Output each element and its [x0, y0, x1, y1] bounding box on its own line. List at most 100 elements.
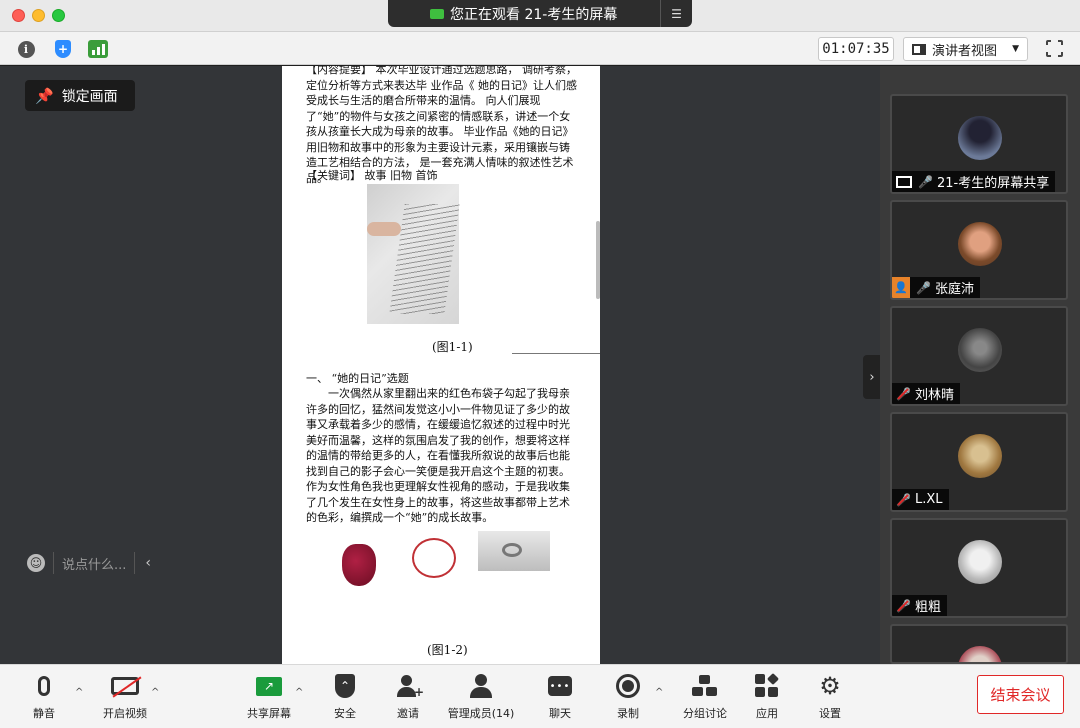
apps-label: 应用 [756, 707, 778, 720]
settings-label: 设置 [819, 707, 841, 720]
invite-button[interactable]: + 邀请 [392, 671, 424, 723]
participant-tile[interactable] [890, 624, 1068, 664]
participant-name-tag: 🎤 21-考生的屏幕共享 [892, 171, 1056, 192]
encryption-button[interactable]: + [53, 39, 73, 59]
record-icon [616, 674, 640, 698]
security-label: 安全 [334, 707, 356, 720]
share-screen-button[interactable]: ↗ 共享屏幕 [241, 671, 297, 723]
participant-tile[interactable]: 🎤 粗粗 [890, 518, 1068, 618]
video-options-caret[interactable]: ^ [151, 687, 159, 698]
end-meeting-button[interactable]: 结束会议 [977, 675, 1064, 714]
body-paragraph: 一次偶然从家里翻出来的红色布袋子勾起了我母亲许多的回忆，猛然间发觉这小小一件物见… [306, 387, 570, 524]
record-label: 录制 [617, 707, 639, 720]
video-off-icon [111, 677, 139, 695]
participant-name-tag: 🎤 粗粗 [892, 595, 948, 616]
speaker-view-icon [912, 43, 926, 55]
security-shield-icon: ⌃ [335, 674, 355, 698]
apps-button[interactable]: 应用 [751, 671, 783, 723]
necklace-image [402, 528, 470, 592]
microphone-icon [38, 676, 50, 696]
signal-icon [88, 40, 108, 58]
breakout-rooms-button[interactable]: 分组讨论 [680, 671, 730, 723]
apps-icon [755, 672, 780, 698]
view-mode-dropdown[interactable]: 演讲者视图 ▼ [903, 37, 1028, 61]
shared-document: 【内容提要】 本次毕业设计通过选题思路， 调研考察， 定位分析等方式来表达毕 业… [282, 66, 600, 664]
invite-label: 邀请 [397, 707, 419, 720]
chat-input[interactable]: 说点什么... [62, 554, 126, 573]
share-options-button[interactable]: ☰ [660, 0, 692, 27]
participant-tile[interactable]: 🎤 21-考生的屏幕共享 [890, 94, 1068, 194]
figure-1-2-caption: (图1-2) [427, 643, 468, 657]
participant-name: 刘林晴 [915, 388, 955, 403]
user-icon: 👤 [892, 277, 910, 298]
ring-image [478, 531, 550, 571]
mic-muted-icon: 🎤 [896, 386, 911, 401]
view-mode-label: 演讲者视图 [932, 43, 998, 59]
lock-screen-label: 锁定画面 [61, 88, 118, 105]
shield-icon: + [55, 40, 71, 58]
pin-icon: 📌 [35, 86, 54, 105]
participant-name-tag: 🎤 刘林晴 [892, 383, 961, 404]
emoji-icon[interactable]: ☺ [27, 554, 45, 572]
microphone-icon: 🎤 [918, 174, 933, 189]
chevron-left-icon[interactable]: ‹ [145, 555, 151, 571]
participant-name-tag: 👤 🎤 张庭沛 [892, 277, 981, 298]
manage-members-button[interactable]: 管理成员(14) [446, 671, 516, 723]
participant-video [958, 434, 1002, 478]
window-titlebar: 您正在观看 21-考生的屏幕 ☰ [0, 0, 1080, 32]
fullscreen-button[interactable] [1045, 39, 1064, 58]
figure-1-1-image [367, 184, 460, 324]
quick-chat-bar[interactable]: ☺ 说点什么... ‹ [27, 549, 175, 577]
participant-video [958, 222, 1002, 266]
share-screen-label: 共享屏幕 [247, 707, 291, 720]
participant-video [958, 540, 1002, 584]
mic-muted-icon: 🎤 [896, 492, 911, 507]
audio-options-caret[interactable]: ^ [75, 687, 83, 698]
keywords-text: 【关键词】 故事 旧物 首饰 [306, 169, 438, 182]
settings-button[interactable]: ⚙ 设置 [814, 671, 846, 723]
participant-video [958, 116, 1002, 160]
lock-screen-button[interactable]: 📌 锁定画面 [25, 80, 135, 111]
close-window-button[interactable] [12, 9, 25, 22]
participant-name: 粗粗 [915, 600, 942, 615]
zoom-window-button[interactable] [52, 9, 65, 22]
document-scrollbar[interactable] [596, 221, 600, 299]
members-icon [469, 674, 493, 698]
gear-icon: ⚙ [819, 672, 841, 700]
participant-name-tag: 🎤 L.XL [892, 489, 949, 510]
microphone-icon: 🎤 [916, 280, 931, 295]
share-screen-icon: ↗ [256, 676, 282, 696]
participant-tile[interactable]: 🎤 L.XL [890, 412, 1068, 512]
mic-muted-icon: 🎤 [896, 598, 911, 613]
mute-label: 静音 [33, 707, 55, 720]
mute-button[interactable]: 静音 [28, 671, 60, 723]
participant-tile[interactable]: 🎤 刘林晴 [890, 306, 1068, 406]
participant-name: 张庭沛 [935, 282, 975, 297]
participant-video [958, 646, 1002, 662]
participant-name: 21-考生的屏幕共享 [937, 176, 1050, 191]
meeting-info-bar: i + 01:07:35 演讲者视图 ▼ [0, 32, 1080, 65]
participant-tile[interactable]: 👤 🎤 张庭沛 [890, 200, 1068, 300]
figure-1-1-caption: (图1-1) [432, 340, 473, 354]
record-options-caret[interactable]: ^ [655, 687, 663, 698]
participant-video [958, 328, 1002, 372]
screen-share-icon [896, 175, 912, 188]
breakout-rooms-icon [692, 675, 718, 697]
start-video-button[interactable]: 开启视频 [97, 671, 153, 723]
screen-share-banner: 您正在观看 21-考生的屏幕 ☰ [388, 0, 692, 27]
chat-label: 聊天 [549, 707, 571, 720]
share-options-caret[interactable]: ^ [295, 687, 303, 698]
meeting-info-button[interactable]: i [16, 39, 36, 59]
chat-icon: ••• [548, 676, 572, 696]
network-quality-button[interactable] [88, 39, 108, 59]
chat-button[interactable]: ••• 聊天 [544, 671, 576, 723]
meeting-controls-bar: 静音 ^ 开启视频 ^ ↗ 共享屏幕 ^ ⌃ 安全 + 邀请 管理成员(14) … [0, 664, 1080, 728]
info-icon: i [17, 40, 35, 58]
shared-screen-area: 📌 锁定画面 【内容提要】 本次毕业设计通过选题思路， 调研考察， 定位分析等方… [0, 66, 880, 664]
screen-share-icon [430, 8, 444, 19]
minimize-window-button[interactable] [32, 9, 45, 22]
security-button[interactable]: ⌃ 安全 [329, 671, 361, 723]
record-button[interactable]: 录制 [612, 671, 644, 723]
collapse-panel-button[interactable]: › [863, 355, 881, 399]
start-video-label: 开启视频 [103, 707, 147, 720]
